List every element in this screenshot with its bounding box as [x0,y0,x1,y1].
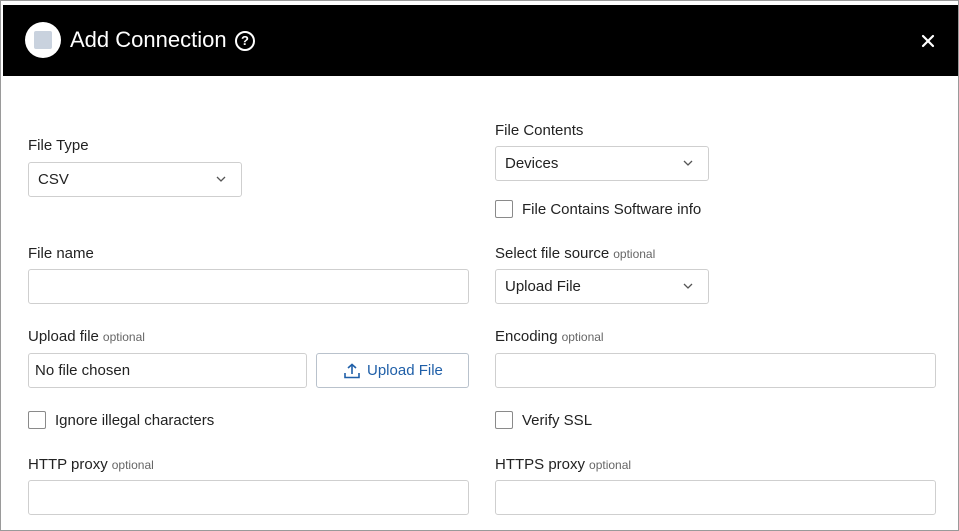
file-name-input[interactable] [28,269,469,304]
file-source-label-text: Select file source [495,245,610,262]
chevron-down-icon [683,283,693,289]
upload-icon [344,363,360,379]
upload-file-label: Upload file optional [28,328,145,346]
file-contents-label: File Contents [495,122,584,139]
verify-ssl-label: Verify SSL [522,412,593,429]
file-source-value: Upload File [505,278,581,295]
https-proxy-label-text: HTTPS proxy [495,456,586,473]
optional-tag: optional [561,330,604,344]
dialog-header: Add Connection ? [3,5,958,76]
http-proxy-input[interactable] [28,480,469,515]
chevron-down-icon [683,160,693,166]
file-contents-value: Devices [505,155,559,172]
optional-tag: optional [613,247,656,261]
upload-file-button-label: Upload File [367,362,443,379]
upload-file-button[interactable]: Upload File [316,353,469,388]
help-circle-icon[interactable]: ? [235,31,255,51]
software-info-label: File Contains Software info [522,201,702,218]
file-contents-select[interactable]: Devices [495,146,709,181]
file-type-label: File Type [28,137,89,154]
verify-ssl-checkbox[interactable] [495,411,513,429]
software-info-checkbox[interactable] [495,200,513,218]
encoding-label-text: Encoding [495,328,558,345]
close-icon[interactable] [917,30,939,52]
optional-tag: optional [589,458,632,472]
file-chosen-field: No file chosen [28,353,307,388]
dialog-frame: Add Connection ? File Type CSV File Cont… [0,0,959,531]
dialog-title: Add Connection [70,27,227,52]
upload-file-label-text: Upload file [28,328,99,345]
chevron-down-icon [216,176,226,182]
file-source-select[interactable]: Upload File [495,269,709,304]
https-proxy-label: HTTPS proxy optional [495,456,631,474]
file-source-label: Select file source optional [495,245,655,263]
adapter-logo-icon [25,22,61,58]
https-proxy-input[interactable] [495,480,936,515]
encoding-input[interactable] [495,353,936,388]
optional-tag: optional [102,330,145,344]
file-name-label: File name [28,245,94,262]
http-proxy-label-text: HTTP proxy [28,456,108,473]
file-type-value: CSV [38,171,69,188]
ignore-illegal-checkbox[interactable] [28,411,46,429]
http-proxy-label: HTTP proxy optional [28,456,154,474]
encoding-label: Encoding optional [495,328,604,346]
ignore-illegal-label: Ignore illegal characters [55,412,215,429]
file-chosen-value: No file chosen [35,362,131,379]
optional-tag: optional [111,458,154,472]
file-type-select[interactable]: CSV [28,162,242,197]
